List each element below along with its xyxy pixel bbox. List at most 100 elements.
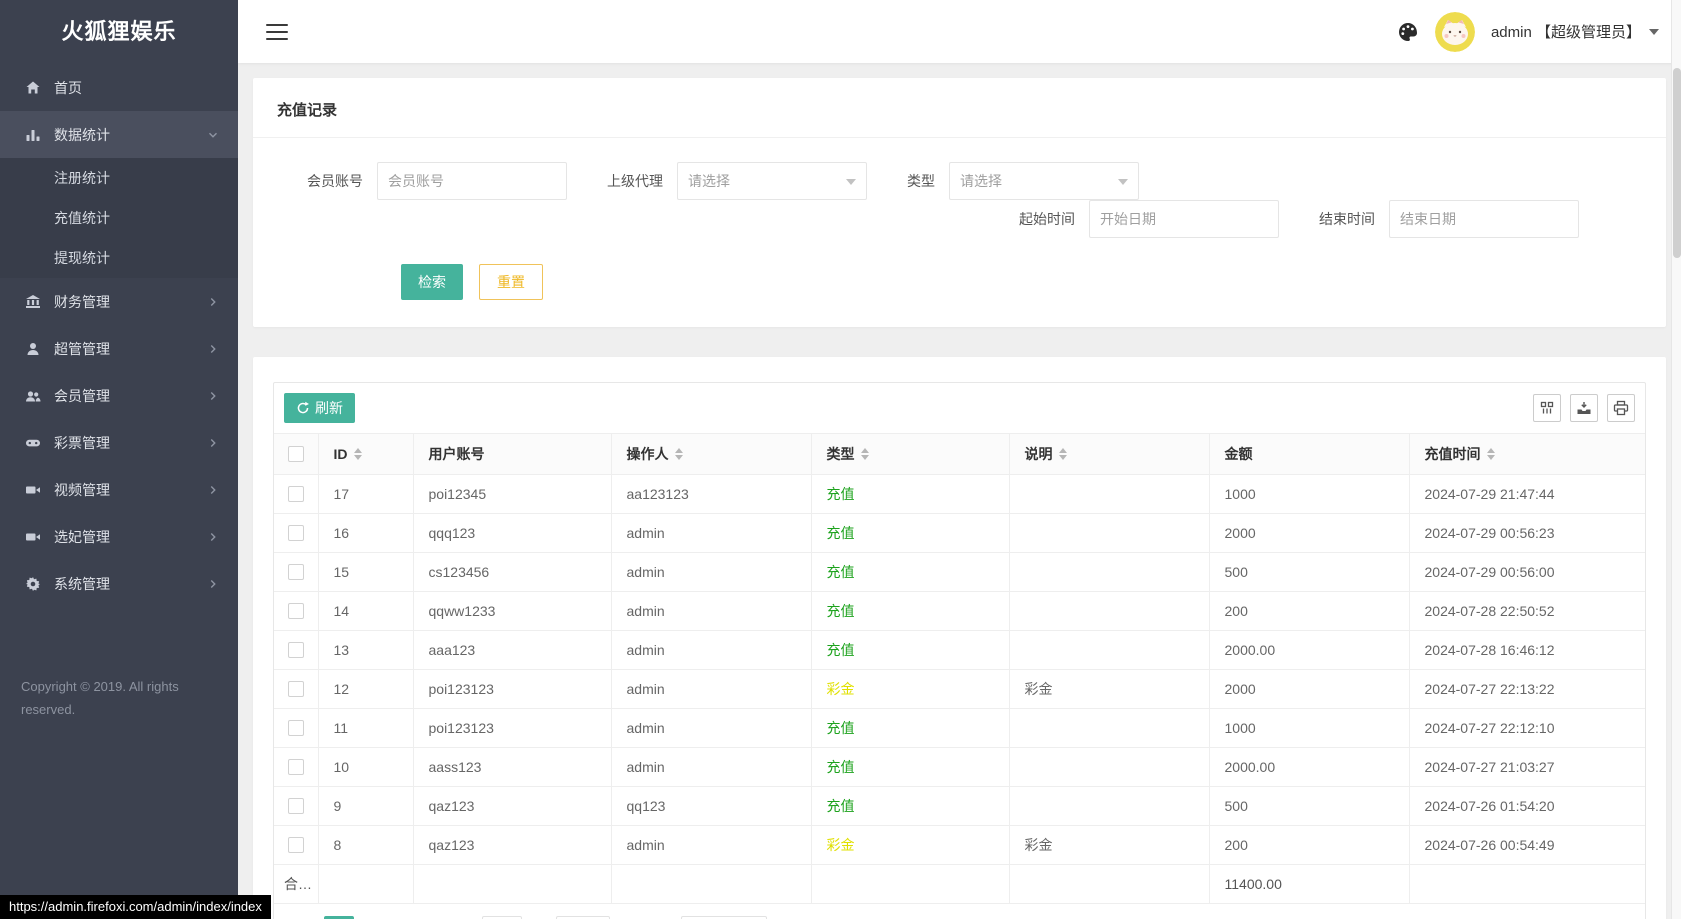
table-body: 17poi12345aa123123充值10002024-07-29 21:47… (274, 474, 1645, 903)
column-header: 金额 (1209, 434, 1409, 474)
sidebar-subitem-withdraw-stats[interactable]: 提现统计 (0, 238, 238, 278)
per-page-select[interactable]: 10 条/页 (681, 916, 766, 919)
select-all-checkbox[interactable] (288, 446, 304, 462)
table-row: 10aass123admin充值2000.002024-07-27 21:03:… (274, 747, 1645, 786)
refresh-button[interactable]: 刷新 (284, 393, 355, 423)
chevron-right-icon (206, 436, 220, 450)
sidebar-subitem-recharge-stats[interactable]: 充值统计 (0, 198, 238, 238)
row-select-cell (274, 474, 318, 513)
start-date-input[interactable] (1089, 200, 1279, 238)
sort-icon[interactable] (354, 448, 362, 460)
column-label: 类型 (827, 444, 855, 464)
cell-id: 9 (318, 786, 413, 825)
sidebar-item-super-admin[interactable]: 超管管理 (0, 325, 238, 372)
cell-type: 充值 (811, 591, 1009, 630)
total-empty-cell (413, 864, 611, 903)
cell-id: 10 (318, 747, 413, 786)
column-header: 充值时间 (1409, 434, 1645, 474)
cell-id: 14 (318, 591, 413, 630)
table-row: 16qqq123admin充值20002024-07-29 00:56:23 (274, 513, 1645, 552)
type-badge: 充值 (827, 525, 855, 541)
cell-time: 2024-07-28 16:46:12 (1409, 630, 1645, 669)
table-row: 11poi123123admin充值10002024-07-27 22:12:1… (274, 708, 1645, 747)
theme-palette-icon[interactable] (1397, 21, 1419, 43)
page-prev-button[interactable]: < (284, 916, 314, 919)
sidebar-item-data-stats[interactable]: 数据统计 (0, 111, 238, 158)
row-select-cell (274, 630, 318, 669)
row-checkbox[interactable] (288, 603, 304, 619)
column-header: 操作人 (611, 434, 811, 474)
row-checkbox[interactable] (288, 759, 304, 775)
row-select-cell (274, 786, 318, 825)
row-checkbox[interactable] (288, 525, 304, 541)
cell-amount: 500 (1209, 552, 1409, 591)
sidebar-submenu: 注册统计充值统计提现统计 (0, 158, 238, 278)
topbar: admin 【超级管理员】 (238, 0, 1681, 63)
sidebar-item-label: 视频管理 (54, 480, 206, 500)
row-checkbox[interactable] (288, 486, 304, 502)
cell-account: qqww1233 (413, 591, 611, 630)
sidebar-item-video[interactable]: 视频管理 (0, 466, 238, 513)
sidebar-item-home[interactable]: 首页 (0, 64, 238, 111)
page-number-button[interactable]: 1 (324, 916, 354, 919)
users-icon (24, 387, 42, 405)
export-icon[interactable] (1570, 394, 1598, 422)
sidebar-subitem-register-stats[interactable]: 注册统计 (0, 158, 238, 198)
sidebar-item-finance[interactable]: 财务管理 (0, 278, 238, 325)
row-checkbox[interactable] (288, 720, 304, 736)
type-select[interactable]: 请选择 (949, 162, 1139, 200)
row-checkbox[interactable] (288, 642, 304, 658)
content: 充值记录 会员账号 上级代理 请选择 (238, 63, 1681, 919)
user-avatar[interactable] (1435, 12, 1475, 52)
sidebar-item-concubine[interactable]: 选妃管理 (0, 513, 238, 560)
columns-filter-icon[interactable] (1533, 394, 1561, 422)
page-number-button[interactable]: 2 (364, 916, 394, 919)
chevron-right-icon (206, 577, 220, 591)
menu-collapse-icon[interactable] (266, 24, 288, 40)
user-name: admin 【超级管理员】 (1491, 21, 1641, 42)
cell-operator: admin (611, 825, 811, 864)
row-checkbox[interactable] (288, 681, 304, 697)
cell-time: 2024-07-27 22:12:10 (1409, 708, 1645, 747)
cell-time: 2024-07-27 22:13:22 (1409, 669, 1645, 708)
cell-account: poi123123 (413, 669, 611, 708)
sidebar-item-members[interactable]: 会员管理 (0, 372, 238, 419)
sort-icon[interactable] (1059, 448, 1067, 460)
end-date-input[interactable] (1389, 200, 1579, 238)
jump-page-input[interactable] (482, 916, 522, 919)
cell-time: 2024-07-26 00:54:49 (1409, 825, 1645, 864)
filter-form: 会员账号 上级代理 请选择 类型 (253, 138, 1666, 327)
total-label: 合… (274, 864, 318, 903)
print-icon[interactable] (1607, 394, 1635, 422)
search-button[interactable]: 检索 (401, 264, 463, 300)
sort-icon[interactable] (675, 448, 683, 460)
chevron-down-icon (846, 179, 856, 190)
cell-note (1009, 474, 1209, 513)
jump-confirm-button[interactable]: 确定 (556, 916, 610, 919)
page-next-button[interactable]: > (404, 916, 434, 919)
type-badge: 充值 (827, 642, 855, 658)
cell-type: 充值 (811, 786, 1009, 825)
scrollbar-thumb[interactable] (1673, 68, 1681, 258)
agent-select[interactable]: 请选择 (677, 162, 867, 200)
reset-button[interactable]: 重置 (479, 264, 543, 300)
sidebar-item-lottery[interactable]: 彩票管理 (0, 419, 238, 466)
user-menu[interactable]: admin 【超级管理员】 (1491, 21, 1659, 42)
cell-id: 8 (318, 825, 413, 864)
sidebar-item-label: 首页 (54, 78, 220, 98)
sort-icon[interactable] (861, 448, 869, 460)
row-checkbox[interactable] (288, 798, 304, 814)
agent-field-group: 上级代理 请选择 (607, 162, 867, 200)
sidebar-item-system[interactable]: 系统管理 (0, 560, 238, 607)
agent-label: 上级代理 (607, 171, 677, 191)
column-header: 用户账号 (413, 434, 611, 474)
row-checkbox[interactable] (288, 564, 304, 580)
filter-buttons: 检索 重置 (277, 264, 1642, 300)
row-checkbox[interactable] (288, 837, 304, 853)
member-input[interactable] (377, 162, 567, 200)
sort-icon[interactable] (1487, 448, 1495, 460)
cell-operator: admin (611, 591, 811, 630)
agent-select-value: 请选择 (688, 171, 730, 191)
scrollbar[interactable] (1671, 0, 1681, 919)
column-label: ID (334, 446, 348, 462)
